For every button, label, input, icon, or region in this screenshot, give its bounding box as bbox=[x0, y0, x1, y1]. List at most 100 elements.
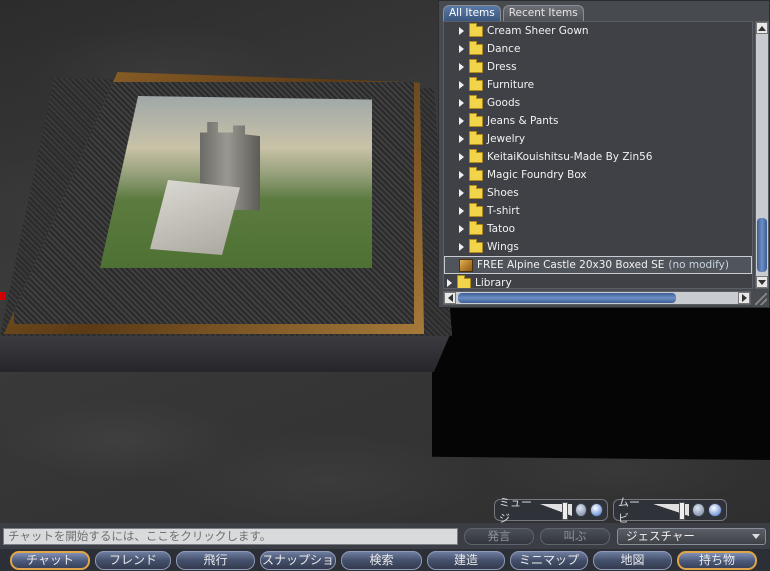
object-permission-suffix: (no modify) bbox=[668, 259, 729, 271]
inventory-folder[interactable]: T-shirt bbox=[444, 202, 752, 220]
vertical-scrollbar[interactable] bbox=[755, 21, 769, 289]
folder-label: Goods bbox=[487, 97, 521, 109]
inventory-folder[interactable]: Tatoo bbox=[444, 220, 752, 238]
chat-button[interactable]: チャット bbox=[10, 551, 90, 570]
folder-label: Dress bbox=[487, 61, 517, 73]
inventory-window: All Items Recent Items Cream Sheer Gown … bbox=[438, 0, 770, 308]
music-label: ミュージ bbox=[499, 496, 532, 525]
scroll-right-button[interactable] bbox=[738, 292, 750, 304]
expand-arrow-icon[interactable] bbox=[459, 117, 464, 125]
scroll-left-button[interactable] bbox=[444, 292, 456, 304]
bottom-toolbar: チャット フレンド 飛行 スナップショ 検索 建造 ミニマップ 地図 持ち物 bbox=[0, 549, 770, 571]
map-button[interactable]: 地図 bbox=[593, 551, 672, 570]
arrow-left-icon bbox=[447, 294, 453, 302]
inventory-folder[interactable]: Jewelry bbox=[444, 130, 752, 148]
gesture-dropdown[interactable]: ジェスチャー bbox=[617, 528, 766, 545]
minimap-button[interactable]: ミニマップ bbox=[510, 551, 588, 570]
dark-prim-object[interactable] bbox=[432, 300, 770, 460]
folder-icon bbox=[469, 76, 483, 91]
inventory-folder[interactable]: Jeans & Pants bbox=[444, 112, 752, 130]
folder-label: Dance bbox=[487, 43, 521, 55]
folder-icon bbox=[469, 166, 483, 181]
expand-arrow-icon[interactable] bbox=[459, 99, 464, 107]
expand-arrow-icon[interactable] bbox=[459, 63, 464, 71]
movie-label: ムービ bbox=[618, 496, 640, 525]
snapshot-button[interactable]: スナップショ bbox=[260, 551, 336, 570]
folder-label: Tatoo bbox=[487, 223, 516, 235]
inventory-object-selected[interactable]: FREE Alpine Castle 20x30 Boxed SE (no mod… bbox=[444, 256, 752, 274]
folder-label: Jeans & Pants bbox=[487, 115, 559, 127]
expand-arrow-icon[interactable] bbox=[459, 243, 464, 251]
tab-recent-items[interactable]: Recent Items bbox=[502, 5, 584, 21]
folder-icon bbox=[469, 130, 483, 145]
resize-handle[interactable] bbox=[755, 293, 767, 305]
tab-all-items[interactable]: All Items bbox=[443, 5, 501, 21]
expand-arrow-icon[interactable] bbox=[459, 153, 464, 161]
inventory-folder[interactable]: Shoes bbox=[444, 184, 752, 202]
folder-label: Cream Sheer Gown bbox=[487, 25, 589, 37]
gesture-label: ジェスチャー bbox=[626, 529, 695, 543]
inventory-folder[interactable]: KeitaiKouishitsu-Made By Zin56 bbox=[444, 148, 752, 166]
arrow-down-icon bbox=[758, 279, 766, 285]
expand-arrow-icon[interactable] bbox=[447, 279, 452, 287]
inventory-folder[interactable]: Magic Foundry Box bbox=[444, 166, 752, 184]
chat-bar: チャットを開始するには、ここをクリックします。 発言 叫ぶ ジェスチャー bbox=[0, 523, 770, 549]
inventory-folder[interactable]: Dance bbox=[444, 40, 752, 58]
folder-label: Shoes bbox=[487, 187, 519, 199]
chevron-down-icon bbox=[752, 534, 760, 539]
movie-volume-slider[interactable] bbox=[653, 502, 689, 520]
inventory-folder[interactable]: Goods bbox=[444, 94, 752, 112]
inventory-tabs: All Items Recent Items bbox=[443, 5, 584, 21]
expand-arrow-icon[interactable] bbox=[459, 171, 464, 179]
vertical-scroll-thumb[interactable] bbox=[757, 218, 767, 272]
expand-arrow-icon[interactable] bbox=[459, 45, 464, 53]
expand-arrow-icon[interactable] bbox=[459, 135, 464, 143]
music-stop-button[interactable] bbox=[574, 503, 588, 517]
expand-arrow-icon[interactable] bbox=[459, 81, 464, 89]
music-volume-slider[interactable] bbox=[540, 502, 572, 520]
music-play-button[interactable] bbox=[590, 503, 603, 517]
friends-button[interactable]: フレンド bbox=[95, 551, 171, 570]
folder-label: Wings bbox=[487, 241, 519, 253]
inventory-button[interactable]: 持ち物 bbox=[677, 551, 757, 570]
movie-stop-button[interactable] bbox=[691, 503, 706, 517]
platform-side bbox=[0, 330, 452, 372]
expand-arrow-icon[interactable] bbox=[459, 225, 464, 233]
inventory-folder[interactable]: Furniture bbox=[444, 76, 752, 94]
folder-label: Furniture bbox=[487, 79, 535, 91]
inventory-folder[interactable]: Cream Sheer Gown bbox=[444, 22, 752, 40]
folder-icon bbox=[457, 274, 471, 288]
arrow-up-icon bbox=[758, 25, 766, 31]
music-volume-control: ミュージ bbox=[494, 496, 608, 525]
search-button[interactable]: 検索 bbox=[341, 551, 422, 570]
folder-label: KeitaiKouishitsu-Made By Zin56 bbox=[487, 151, 653, 163]
folder-label: Jewelry bbox=[487, 133, 526, 145]
inventory-library-folder[interactable]: Library bbox=[444, 274, 752, 288]
folder-icon bbox=[469, 40, 483, 55]
expand-arrow-icon[interactable] bbox=[459, 207, 464, 215]
folder-label: Magic Foundry Box bbox=[487, 169, 587, 181]
scroll-down-button[interactable] bbox=[756, 276, 768, 288]
horizontal-scrollbar[interactable] bbox=[443, 291, 751, 305]
folder-icon bbox=[469, 58, 483, 73]
folder-icon bbox=[469, 202, 483, 217]
folder-icon bbox=[469, 22, 483, 37]
folder-icon bbox=[469, 148, 483, 163]
fly-button[interactable]: 飛行 bbox=[176, 551, 255, 570]
horizontal-scroll-thumb[interactable] bbox=[458, 293, 676, 303]
folder-label: T-shirt bbox=[487, 205, 520, 217]
inventory-folder[interactable]: Dress bbox=[444, 58, 752, 76]
shout-button[interactable]: 叫ぶ bbox=[540, 528, 610, 545]
expand-arrow-icon[interactable] bbox=[459, 27, 464, 35]
object-box-icon bbox=[459, 258, 473, 272]
folder-icon bbox=[469, 184, 483, 199]
build-button[interactable]: 建造 bbox=[427, 551, 505, 570]
say-button[interactable]: 発言 bbox=[464, 528, 534, 545]
scroll-up-button[interactable] bbox=[756, 22, 768, 34]
expand-arrow-icon[interactable] bbox=[459, 189, 464, 197]
inventory-folder[interactable]: Wings bbox=[444, 238, 752, 256]
movie-play-button[interactable] bbox=[708, 503, 722, 517]
arrow-right-icon bbox=[741, 294, 747, 302]
chat-input[interactable]: チャットを開始するには、ここをクリックします。 bbox=[3, 528, 458, 545]
folder-icon bbox=[469, 94, 483, 109]
